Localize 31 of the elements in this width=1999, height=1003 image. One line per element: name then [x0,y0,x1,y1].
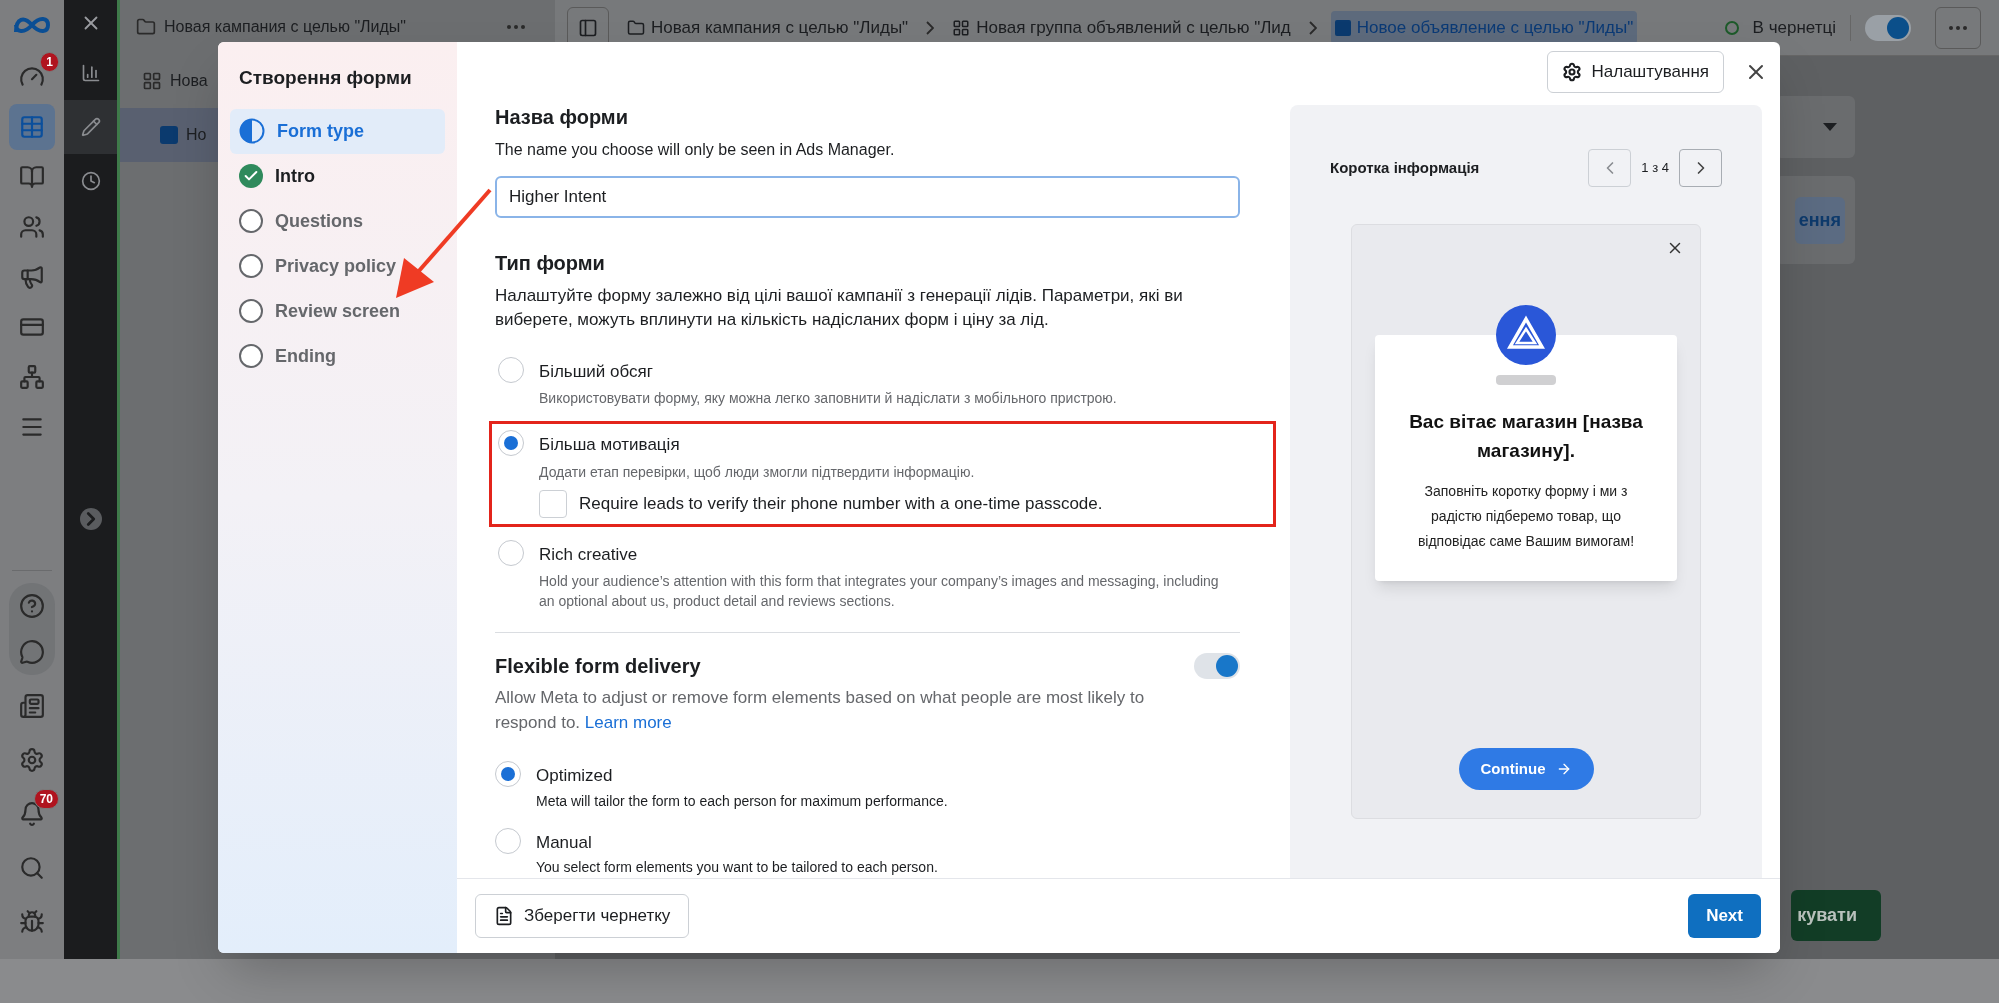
notification-badge: 1 [40,52,59,72]
step-label: Questions [275,209,363,233]
step-label: Review screen [275,299,401,323]
section-description: Налаштуйте форму залежно від цілі вашої кампанії з генерації лідів. Параметри, які ви виберете, можуть вплинути на кількість надісланих форм і ціну за лід. [495,284,1184,331]
option-label: Manual [536,831,593,854]
section-heading: Flexible form delivery [495,654,701,679]
step-label: Privacy policy [275,254,397,278]
status-label: В чернетці [1752,16,1836,39]
option-description: Hold your audience’s attention with this form that integrates your company’s images and messaging, including an optional about us, product detail and reviews sections. [539,572,1220,611]
dialog-title: Створення форми [238,66,413,90]
option-label: Rich creative [539,543,639,566]
option-description: Використовувати форму, яку можна легко заповнити й надіслати з мобільного пристрою. [539,389,1117,408]
step-label: Ending [275,344,336,368]
step-label: Intro [275,164,315,188]
option-description: Meta will tailor the form to each person for maximum performance. [536,791,948,811]
option-description: Додати етап перевірки, щоб люди змогли підтвердити інформацію. [539,462,976,482]
pager-text: 1 з 4 [1641,159,1669,178]
option-description: You select form elements you want to be tailored to each person. [536,858,938,877]
option-label: Більша мотивація [539,434,681,456]
option-label: Optimized [536,765,614,787]
section-description: Allow Meta to adjust or remove form elements based on what people are most likely to respond to. Learn more [495,687,1146,734]
notification-badge: 70 [33,789,59,809]
preview-title: Коротка інформація [1330,157,1480,178]
section-heading: Назва форми [495,105,629,130]
option-label: Більший обсяг [539,360,654,383]
card-body: Заповніть коротку форму і ми з радістю підберемо товар, що відповідає саме Вашим вимогам! [1416,482,1636,551]
checkbox-label: Require leads to verify their phone number with a one-time passcode. [579,492,1103,515]
section-heading: Тип форми [495,250,606,276]
section-hint: The name you choose will only be seen in Ads Manager. [495,140,896,160]
step-label: Form type [277,119,364,143]
card-heading: Вас вітає магазин [назва магазину]. [1408,410,1644,463]
